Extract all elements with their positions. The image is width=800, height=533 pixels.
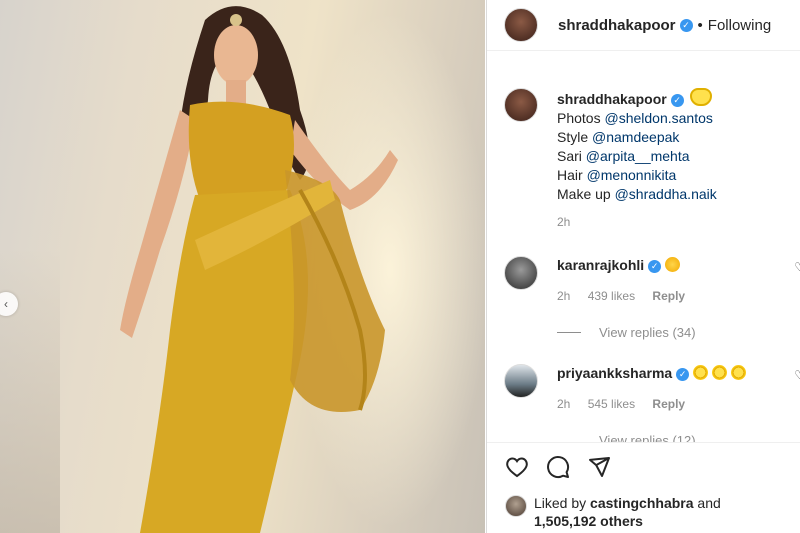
mention-link[interactable]: @namdeepak xyxy=(592,129,679,145)
comment-meta: 2h 439 likes Reply xyxy=(557,287,800,306)
likes-summary: Liked by castingchhabra and 1,505,192 ot… xyxy=(505,494,721,531)
replies-line xyxy=(557,332,581,333)
post-header: shraddhakapoor ✓ • Following xyxy=(487,0,800,51)
comment-likes[interactable]: 439 likes xyxy=(588,289,635,303)
comment: karanrajkohli ✓ ♡ 2h 439 likes Reply View… xyxy=(487,256,800,342)
reply-button[interactable]: Reply xyxy=(652,289,685,303)
commenter-avatar[interactable] xyxy=(504,364,538,398)
like-comment-heart-icon[interactable]: ♡ xyxy=(794,258,800,277)
post-side-panel: shraddhakapoor ✓ • Following shraddhakap… xyxy=(486,0,800,533)
comment-meta: 2h 545 likes Reply xyxy=(557,395,800,414)
comment-time: 2h xyxy=(557,397,571,411)
caption-line: Hair @menonnikita xyxy=(557,167,677,183)
liker-username[interactable]: castingchhabra xyxy=(590,495,693,511)
liker-avatar[interactable] xyxy=(505,495,527,517)
likes-count[interactable]: 1,505,192 others xyxy=(505,512,721,531)
liked-by-label: Liked by xyxy=(534,495,587,511)
sun-emoji xyxy=(731,365,747,380)
share-paper-plane-icon[interactable] xyxy=(587,455,611,479)
commenter-avatar[interactable] xyxy=(504,256,538,290)
commenter-username[interactable]: priyaankksharma xyxy=(557,365,672,381)
caption-line: Make up @shraddha.naik xyxy=(557,186,717,202)
following-button[interactable]: Following xyxy=(708,17,771,34)
caption-time: 2h xyxy=(557,215,571,229)
verified-icon: ✓ xyxy=(676,367,690,381)
caption: shraddhakapoor ✓ Photos @sheldon.santos S… xyxy=(487,88,800,232)
mention-link[interactable]: @arpita__mehta xyxy=(586,148,690,164)
verified-icon: ✓ xyxy=(648,259,662,273)
comment-time: 2h xyxy=(557,289,571,303)
comment-bubble-icon[interactable] xyxy=(546,455,570,479)
caption-author-username[interactable]: shraddhakapoor xyxy=(557,91,667,107)
post-image[interactable]: ‹ xyxy=(0,0,485,533)
comment-likes[interactable]: 545 likes xyxy=(588,397,635,411)
post-actions xyxy=(505,455,611,479)
separator-dot: • xyxy=(697,16,703,34)
commenter-username[interactable]: karanrajkohli xyxy=(557,257,644,273)
author-username[interactable]: shraddhakapoor xyxy=(558,17,676,34)
caption-author-avatar[interactable] xyxy=(504,88,538,122)
verified-icon: ✓ xyxy=(679,18,693,32)
likes-conjunction: and xyxy=(697,495,721,511)
reply-button[interactable]: Reply xyxy=(652,397,685,411)
sun-emoji xyxy=(712,365,728,380)
heart-eyes-emoji xyxy=(665,257,681,272)
yellow-heart-emoji xyxy=(689,88,712,106)
woman-in-saree-illustration xyxy=(120,6,398,533)
author-avatar[interactable] xyxy=(504,8,538,42)
mention-link[interactable]: @shraddha.naik xyxy=(615,186,717,202)
mention-link[interactable]: @sheldon.santos xyxy=(604,110,712,126)
like-comment-heart-icon[interactable]: ♡ xyxy=(794,366,800,385)
caption-line: Photos @sheldon.santos xyxy=(557,110,713,126)
mention-link[interactable]: @menonnikita xyxy=(587,167,677,183)
verified-icon: ✓ xyxy=(670,93,684,107)
caption-line: Style @namdeepak xyxy=(557,129,680,145)
comment: priyaankksharma ✓ ♡ 2h 545 likes Reply Vi… xyxy=(487,364,800,443)
divider xyxy=(487,442,800,443)
caption-line: Sari @arpita__mehta xyxy=(557,148,690,164)
comments-list[interactable]: shraddhakapoor ✓ Photos @sheldon.santos S… xyxy=(487,88,800,443)
like-heart-icon[interactable] xyxy=(505,455,529,479)
view-replies-button[interactable]: View replies (34) xyxy=(557,323,800,342)
sun-emoji xyxy=(693,365,709,380)
